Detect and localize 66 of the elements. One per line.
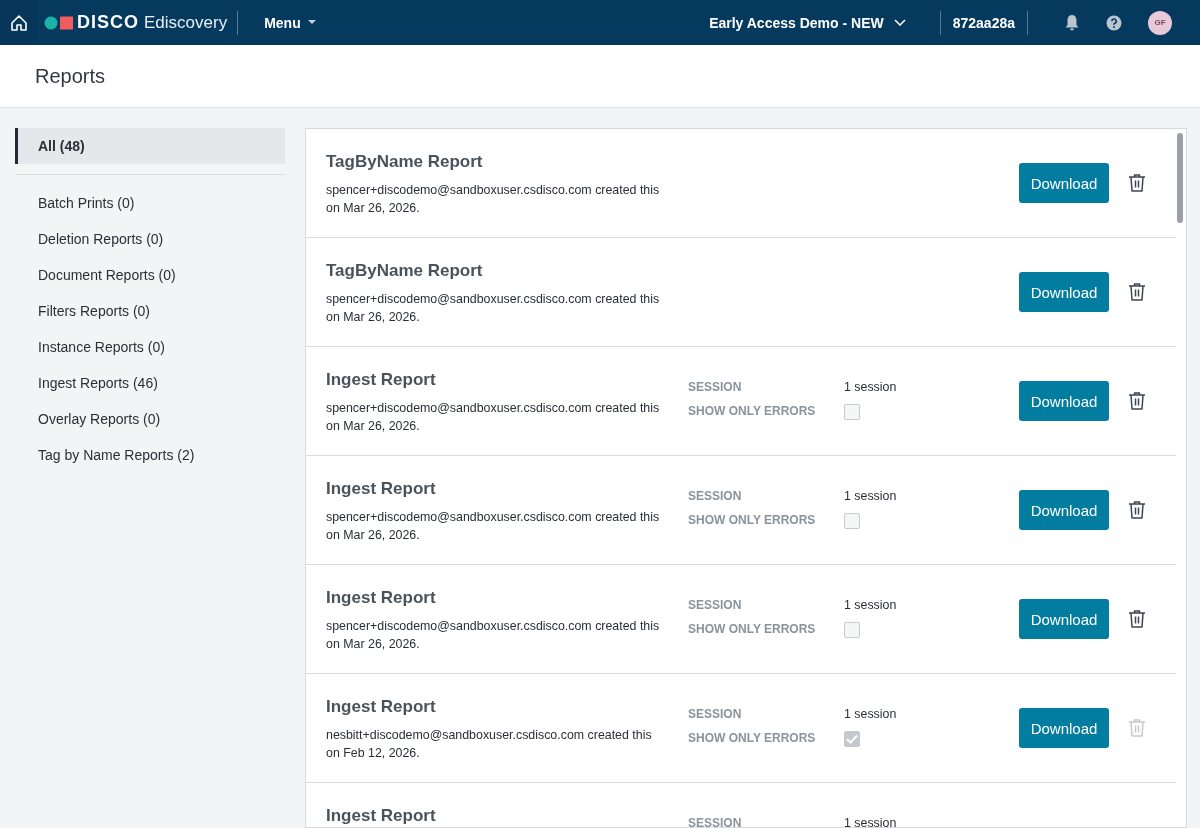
report-title: Ingest Report	[326, 806, 437, 826]
download-button[interactable]: Download	[1019, 708, 1109, 748]
sidebar-item[interactable]: Batch Prints (0)	[15, 185, 285, 221]
field-label: SHOW ONLY ERRORS	[688, 513, 817, 529]
report-creator: spencer+discodemo@sandboxuser.csdisco.com created this on Mar 26, 2026.	[326, 182, 661, 217]
sidebar-item[interactable]: Filters Reports (0)	[15, 293, 285, 329]
brand-name: DISCO	[77, 12, 139, 33]
sidebar-item[interactable]: Tag by Name Reports (2)	[15, 437, 285, 473]
trash-icon[interactable]	[1128, 500, 1146, 519]
logo-icon	[44, 15, 74, 30]
trash-icon[interactable]	[1128, 173, 1146, 192]
bell-icon[interactable]	[1064, 14, 1080, 31]
chevron-down-icon	[893, 19, 906, 26]
home-icon	[10, 13, 28, 32]
field-label: SHOW ONLY ERRORS	[688, 731, 817, 747]
download-button[interactable]: Download	[1019, 272, 1109, 312]
field-label: SESSION	[688, 380, 743, 394]
report-creator: spencer+discodemo@sandboxuser.csdisco.com created this on Mar 26, 2026.	[326, 400, 661, 435]
sidebar-item[interactable]: Instance Reports (0)	[15, 329, 285, 365]
trash-icon[interactable]	[1128, 391, 1146, 410]
field-label: SESSION	[688, 707, 743, 721]
download-button[interactable]: Download	[1019, 599, 1109, 639]
download-button[interactable]: Download	[1019, 381, 1109, 421]
report-creator: spencer+discodemo@sandboxuser.csdisco.com created this on Mar 26, 2026.	[326, 618, 661, 653]
trash-icon[interactable]	[1128, 609, 1146, 628]
errors-checkbox[interactable]	[844, 731, 860, 747]
report-creator: spencer+discodemo@sandboxuser.csdisco.com created this on Mar 26, 2026.	[326, 291, 661, 326]
report-creator: spencer+discodemo@sandboxuser.csdisco.com created this on Mar 26, 2026.	[326, 509, 661, 544]
session-count: 1 session	[844, 598, 898, 612]
download-button[interactable]: Download	[1019, 490, 1109, 530]
page-title: Reports	[35, 64, 106, 88]
sidebar-item[interactable]: Ingest Reports (46)	[15, 365, 285, 401]
report-title: Ingest Report	[326, 697, 437, 717]
sidebar-item[interactable]: Overlay Reports (0)	[15, 401, 285, 437]
session-count: 1 session	[844, 816, 898, 827]
scrollbar[interactable]	[1177, 133, 1183, 223]
user-avatar[interactable]: GF	[1148, 10, 1172, 35]
caret-icon	[307, 20, 316, 25]
report-title: Ingest Report	[326, 588, 437, 608]
field-label: SHOW ONLY ERRORS	[688, 622, 817, 638]
download-button[interactable]: Download	[1019, 163, 1109, 203]
report-title: Ingest Report	[326, 479, 437, 499]
report-title: TagByName Report	[326, 261, 484, 281]
sidebar-item[interactable]: Deletion Reports (0)	[15, 221, 285, 257]
instance-id: 872aa28a	[952, 14, 1015, 31]
home-button[interactable]	[0, 0, 38, 45]
trash-icon[interactable]	[1128, 282, 1146, 301]
report-title: Ingest Report	[326, 370, 437, 390]
help-icon[interactable]	[1106, 14, 1122, 31]
sidebar-item[interactable]: All (48)	[15, 128, 285, 164]
menu-button[interactable]: Menu	[264, 14, 316, 31]
session-count: 1 session	[844, 707, 898, 721]
sidebar-item[interactable]: Document Reports (0)	[15, 257, 285, 293]
report-title: TagByName Report	[326, 152, 484, 172]
field-label: SESSION	[688, 816, 743, 827]
field-label: SESSION	[688, 489, 743, 503]
product-name: Ediscovery	[144, 12, 228, 33]
field-label: SESSION	[688, 598, 743, 612]
errors-checkbox[interactable]	[844, 404, 860, 420]
report-creator: nesbitt+discodemo@sandboxuser.csdisco.com created this on Feb 12, 2026.	[326, 727, 653, 762]
field-label: SHOW ONLY ERRORS	[688, 404, 817, 420]
errors-checkbox[interactable]	[844, 622, 860, 638]
session-count: 1 session	[844, 380, 898, 394]
session-count: 1 session	[844, 489, 898, 503]
errors-checkbox[interactable]	[844, 513, 860, 529]
checkmark-icon	[846, 734, 858, 744]
